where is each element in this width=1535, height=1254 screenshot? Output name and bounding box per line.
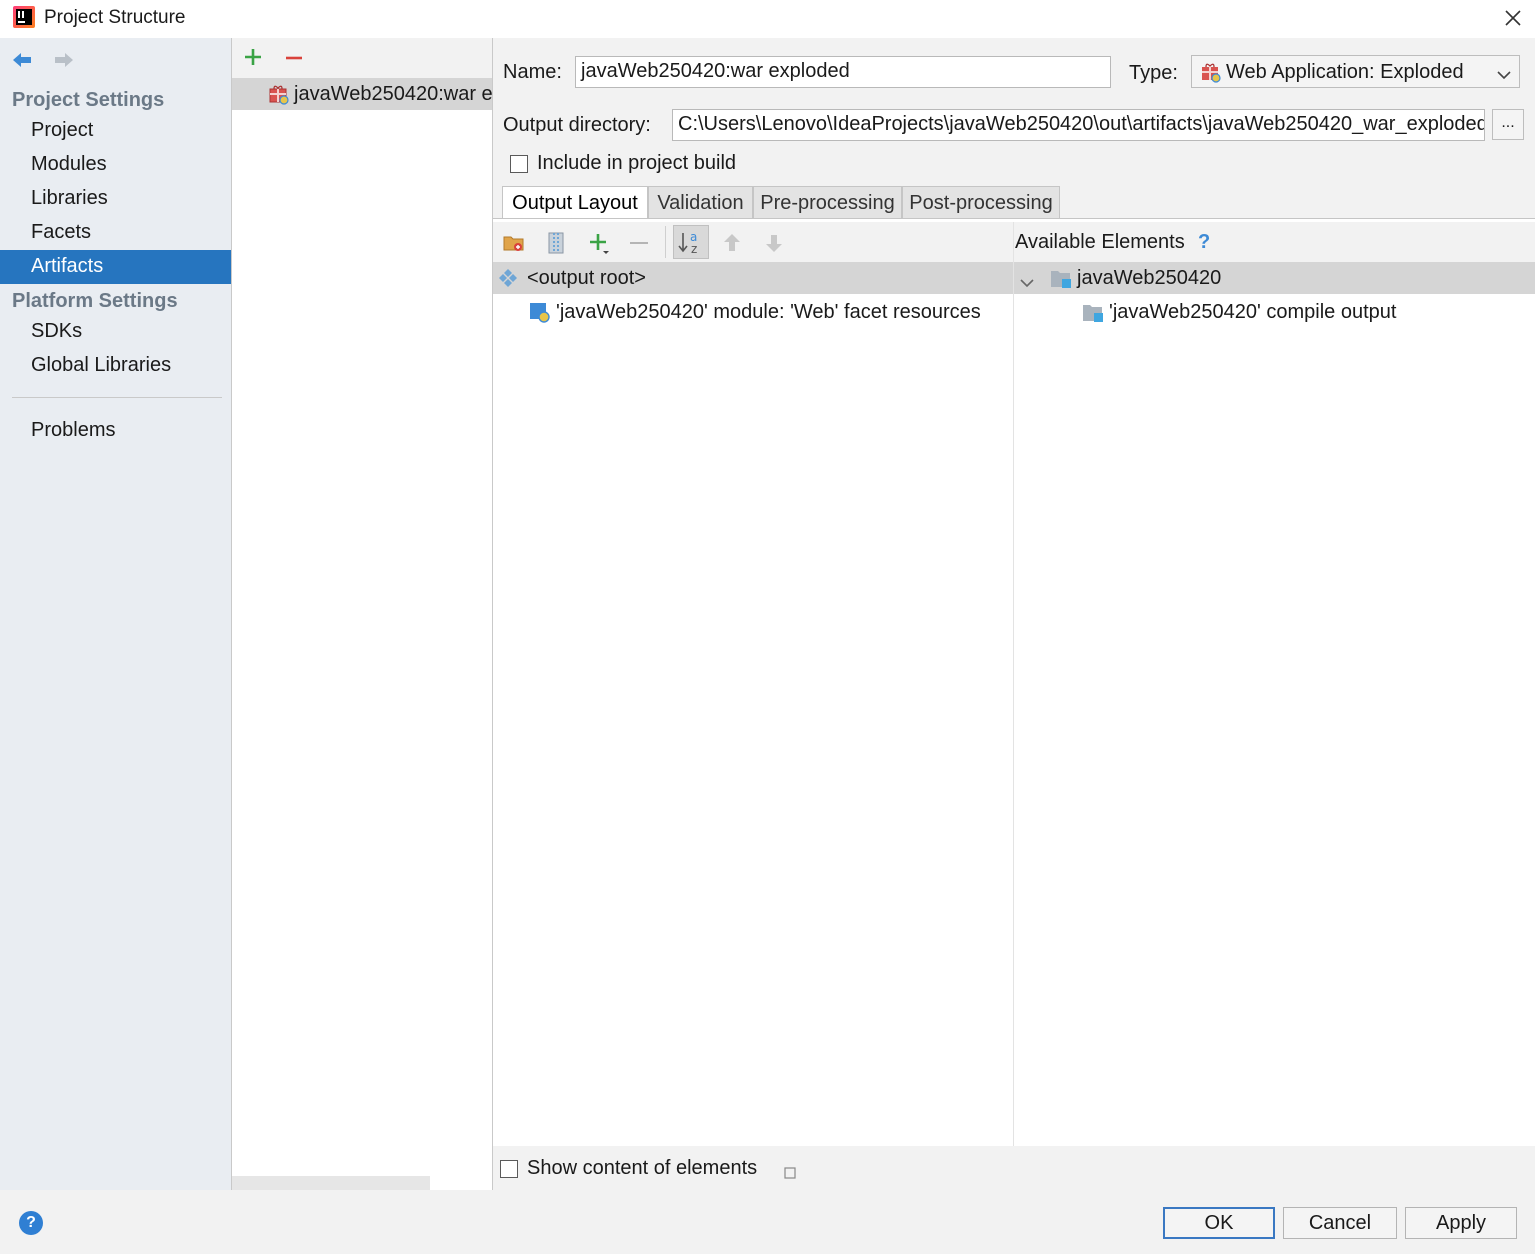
name-label: Name: [503, 61, 562, 83]
ok-button[interactable]: OK [1163, 1207, 1275, 1239]
artifact-list-item[interactable]: javaWeb250420:war exploded [232, 78, 492, 110]
svg-text:z: z [691, 242, 697, 256]
toolbar-separator [665, 226, 666, 258]
sidebar-item-project[interactable]: Project [0, 114, 231, 148]
remove-artifact-button[interactable] [283, 46, 305, 68]
show-content-label: Show content of elements [527, 1157, 758, 1179]
chevron-down-icon [1497, 64, 1511, 87]
sidebar-item-modules[interactable]: Modules [0, 148, 231, 182]
options-icon[interactable] [784, 1162, 796, 1179]
compile-output-folder-icon [1082, 302, 1104, 324]
forward-arrow-icon[interactable] [52, 50, 76, 70]
chevron-down-icon[interactable] [1020, 272, 1034, 295]
war-artifact-icon [1200, 61, 1222, 83]
plus-icon [245, 49, 261, 65]
create-directory-icon[interactable] [503, 232, 525, 254]
help-button[interactable]: ? [19, 1211, 43, 1235]
sidebar-item-global-libraries[interactable]: Global Libraries [0, 349, 231, 383]
tree-node-label: 'javaWeb250420' compile output [1109, 301, 1397, 323]
tab-post-processing[interactable]: Post-processing [902, 186, 1060, 219]
title-bar [0, 0, 1535, 38]
output-layout-toolbar [493, 222, 1013, 262]
output-root-label: <output root> [527, 267, 646, 289]
move-up-icon[interactable] [722, 232, 742, 254]
artifact-type-dropdown[interactable]: Web Application: Exploded [1191, 55, 1520, 88]
include-in-build-checkbox[interactable] [510, 155, 528, 173]
type-label: Type: [1129, 62, 1178, 84]
minus-icon [630, 242, 648, 244]
output-layout-panel [493, 219, 1535, 1146]
apply-button[interactable]: Apply [1405, 1207, 1517, 1239]
artifact-name: javaWeb250420:war exploded [294, 83, 492, 105]
sidebar-item-label: Facets [31, 221, 92, 243]
web-facet-icon [529, 302, 551, 324]
sidebar-divider [12, 397, 222, 398]
close-icon [1505, 10, 1521, 26]
add-element-button[interactable] [588, 232, 612, 256]
cancel-button[interactable]: Cancel [1283, 1207, 1397, 1239]
sidebar-item-label: Artifacts [31, 255, 104, 277]
horizontal-scrollbar[interactable] [232, 1176, 430, 1190]
sidebar-item-label: Modules [31, 153, 107, 175]
tree-node-label: 'javaWeb250420' module: 'Web' facet reso… [556, 301, 981, 323]
sort-az-icon: az [678, 230, 697, 256]
type-value: Web Application: Exploded [1226, 61, 1464, 83]
tab-validation[interactable]: Validation [648, 186, 753, 219]
project-settings-header: Project Settings [12, 89, 165, 111]
output-directory-input[interactable]: C:\Users\Lenovo\IdeaProjects\javaWeb2504… [672, 109, 1485, 141]
intellij-app-icon [13, 6, 35, 28]
output-root-icon [498, 268, 518, 288]
module-label: javaWeb250420 [1077, 267, 1222, 289]
window-title: Project Structure [44, 7, 186, 28]
sort-alphabetically-toggle[interactable]: az [673, 225, 709, 259]
available-module-row[interactable]: javaWeb250420 [1014, 262, 1535, 294]
sidebar-item-label: Problems [31, 419, 116, 441]
back-arrow-icon[interactable] [10, 50, 34, 70]
create-archive-icon[interactable] [546, 232, 566, 254]
sidebar-item-label: SDKs [31, 320, 83, 342]
show-content-checkbox[interactable] [500, 1160, 518, 1178]
output-directory-label: Output directory: [503, 114, 651, 136]
tab-output-layout[interactable]: Output Layout [502, 186, 648, 220]
module-folder-icon [1050, 268, 1072, 290]
close-window-button[interactable] [1498, 4, 1528, 32]
tree-node[interactable]: 'javaWeb250420' compile output [1014, 296, 1535, 328]
sidebar-item-libraries[interactable]: Libraries [0, 182, 231, 216]
move-down-icon[interactable] [764, 232, 784, 254]
browse-directory-button[interactable]: ... [1492, 109, 1524, 140]
tree-node[interactable]: 'javaWeb250420' module: 'Web' facet reso… [493, 296, 1013, 328]
output-root-row[interactable]: <output root> [493, 262, 1013, 294]
help-question-icon[interactable]: ? [1198, 231, 1210, 254]
plus-icon [590, 234, 609, 254]
available-elements-header: Available Elements [1015, 231, 1185, 253]
name-input[interactable]: javaWeb250420:war exploded [575, 56, 1111, 88]
sidebar-item-label: Global Libraries [31, 354, 172, 376]
sidebar-item-sdks[interactable]: SDKs [0, 315, 231, 349]
add-artifact-button[interactable] [242, 46, 264, 68]
artifact-toolbar [232, 38, 492, 78]
sidebar-item-facets[interactable]: Facets [0, 216, 231, 250]
sidebar-item-artifacts[interactable]: Artifacts [0, 250, 231, 284]
sidebar-item-label: Libraries [31, 187, 108, 209]
artifact-list [232, 38, 493, 1190]
minus-icon [286, 56, 302, 60]
tab-pre-processing[interactable]: Pre-processing [753, 186, 902, 219]
war-artifact-icon [268, 83, 290, 105]
sidebar-item-problems[interactable]: Problems [0, 414, 231, 448]
platform-settings-header: Platform Settings [12, 290, 178, 312]
sidebar-item-label: Project [31, 119, 94, 141]
panel-splitter[interactable] [1013, 222, 1014, 1146]
remove-element-button[interactable] [628, 232, 650, 254]
include-in-build-label: Include in project build [537, 152, 737, 174]
